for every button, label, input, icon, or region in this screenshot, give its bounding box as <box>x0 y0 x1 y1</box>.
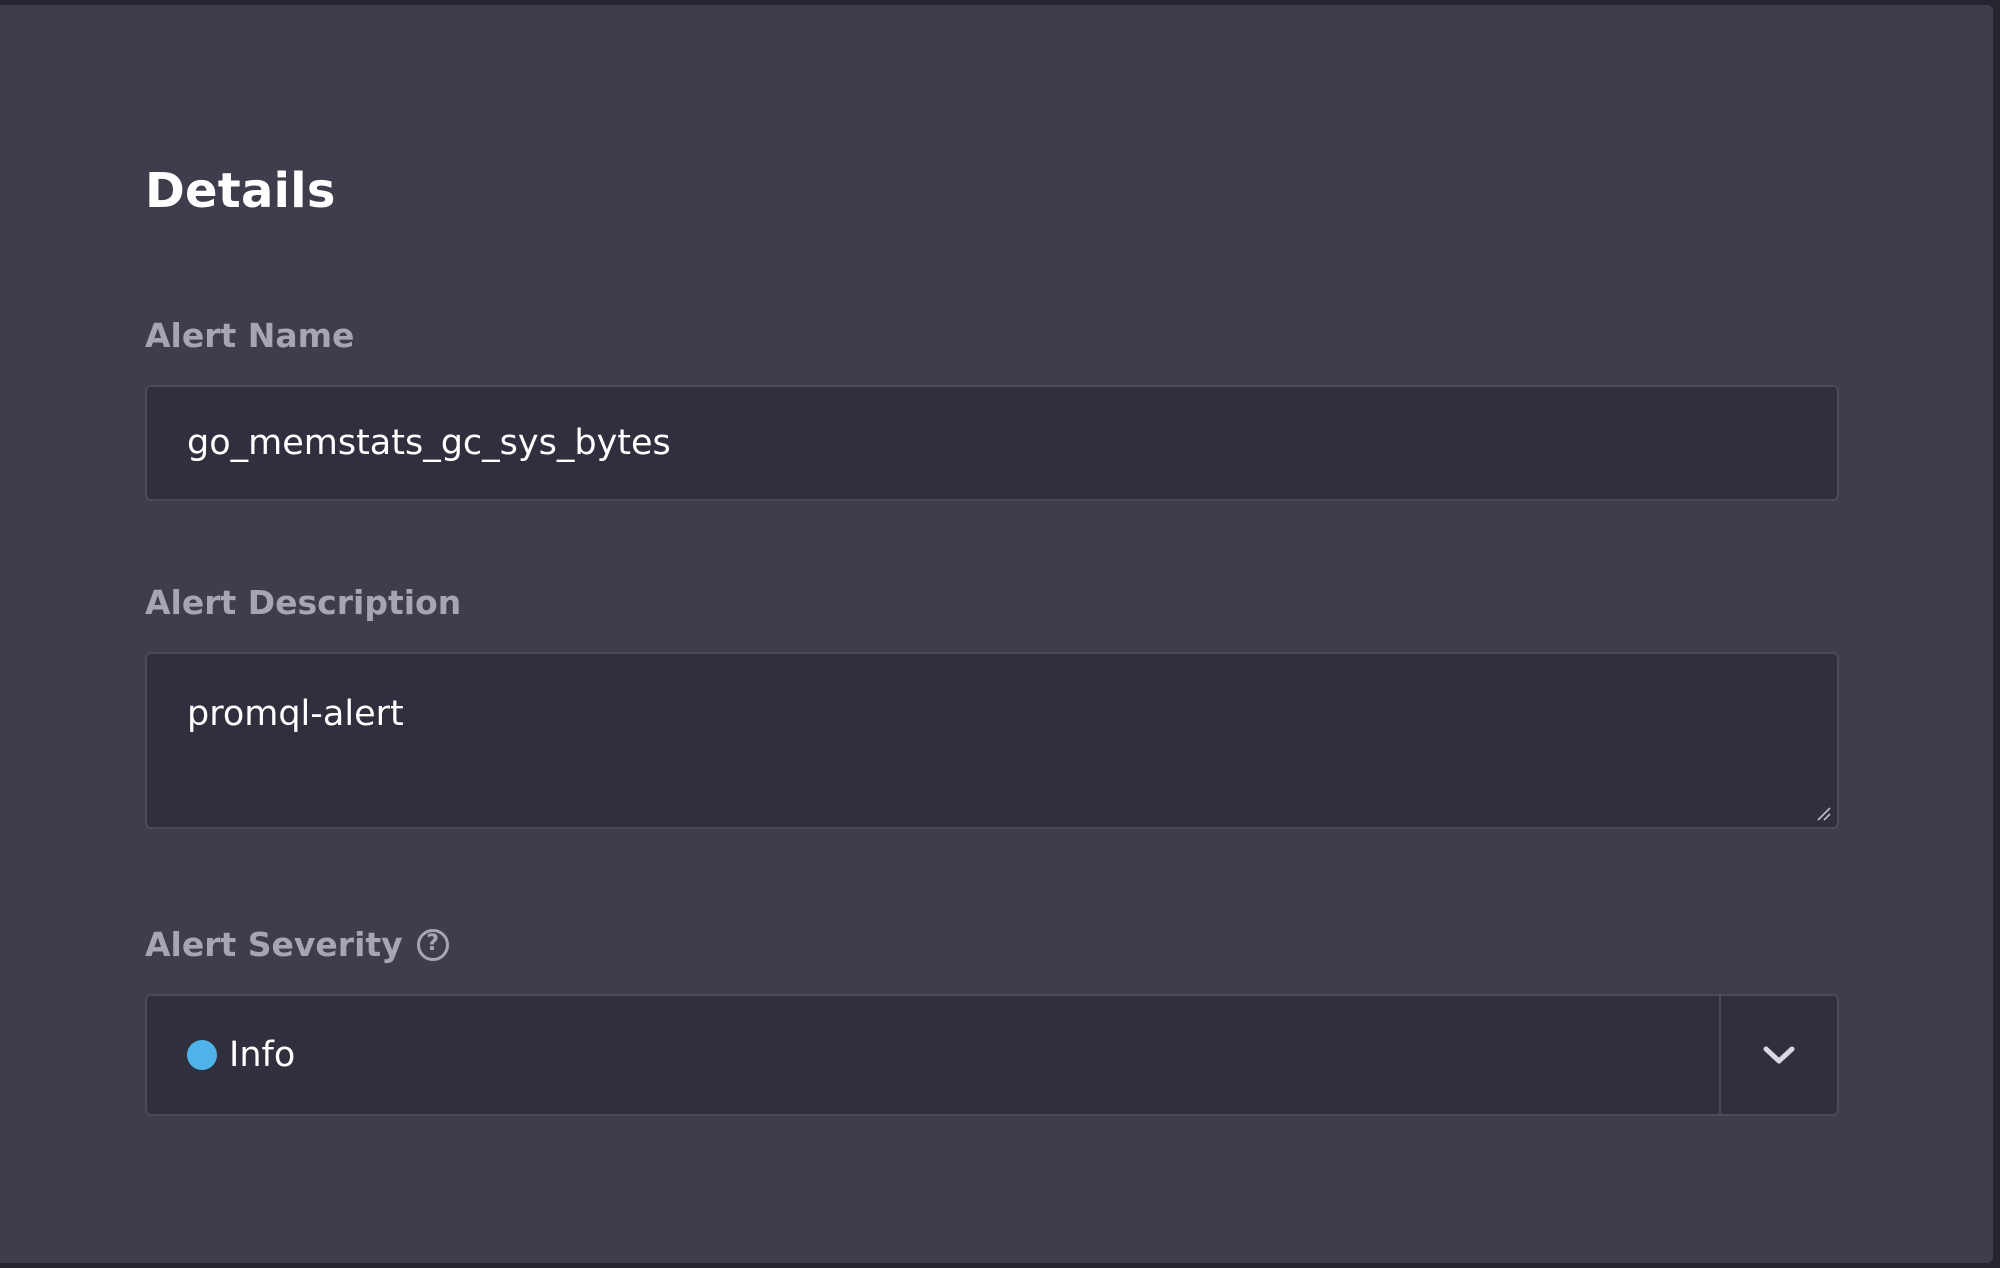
alert-severity-select[interactable]: Info <box>145 994 1839 1116</box>
resize-grip-icon[interactable] <box>1815 805 1831 821</box>
question-circle-icon[interactable] <box>416 928 449 961</box>
alert-name-input[interactable]: go_memstats_gc_sys_bytes <box>145 385 1839 501</box>
alert-severity-label-text: Alert Severity <box>145 925 403 964</box>
chevron-down-icon <box>1763 1046 1795 1064</box>
section-title: Details <box>145 163 336 219</box>
alert-name-value: go_memstats_gc_sys_bytes <box>187 423 671 463</box>
alert-description-value: promql-alert <box>187 694 404 734</box>
alert-description-textarea[interactable]: promql-alert <box>145 652 1839 829</box>
severity-selected-value[interactable]: Info <box>147 996 1719 1114</box>
details-panel: Details Alert Name go_memstats_gc_sys_by… <box>0 5 1993 1263</box>
severity-dot-icon <box>187 1040 217 1070</box>
alert-severity-label: Alert Severity <box>145 928 449 961</box>
severity-selected-label: Info <box>229 1035 296 1075</box>
severity-dropdown-toggle[interactable] <box>1719 996 1837 1114</box>
alert-description-label: Alert Description <box>145 583 462 622</box>
alert-name-label: Alert Name <box>145 316 355 355</box>
